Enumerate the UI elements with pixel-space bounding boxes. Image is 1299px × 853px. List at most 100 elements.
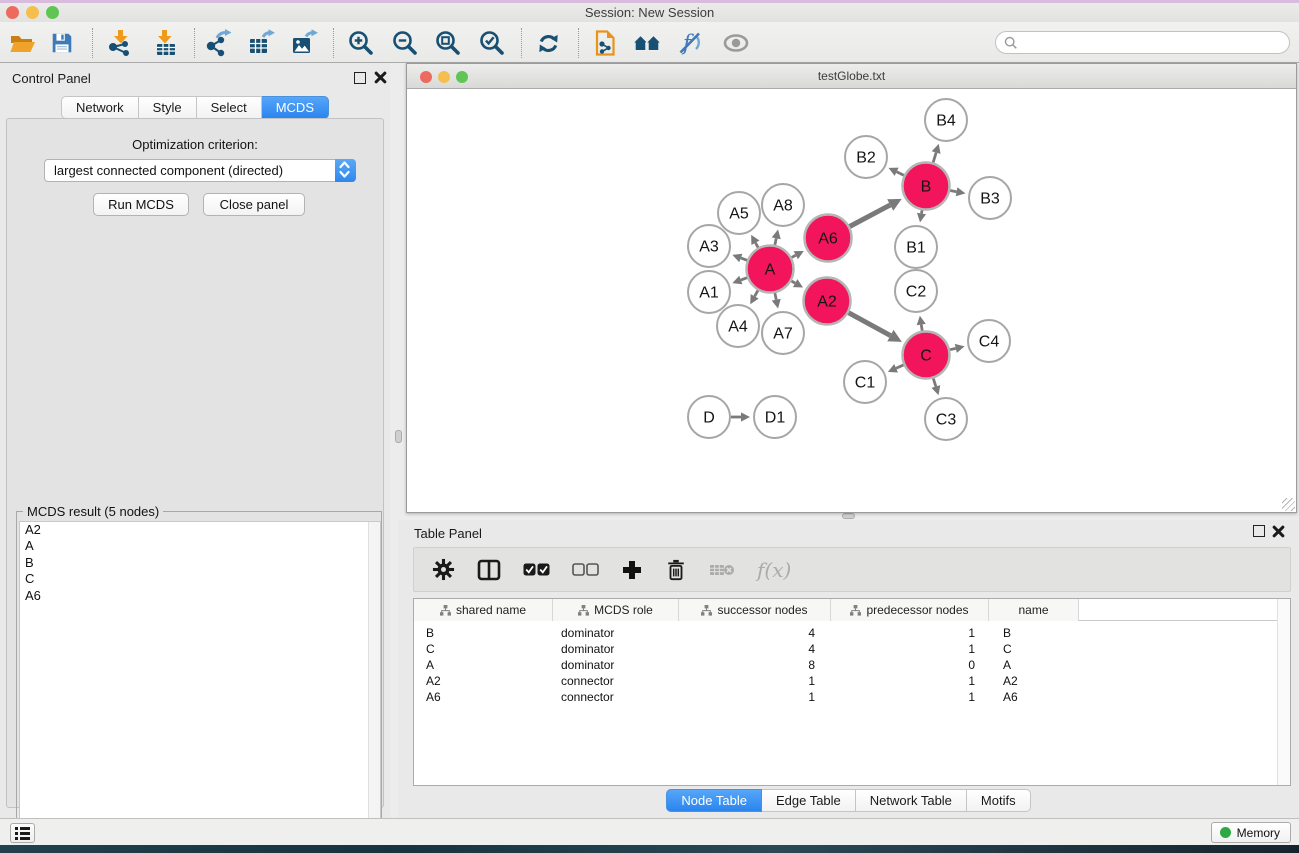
edge-A-A6[interactable] [792, 255, 796, 257]
close-table-panel-icon[interactable] [1272, 525, 1285, 538]
network-canvas[interactable]: B4B2BB3A8A5A6A3B1AA1C2A2A4A7C4CC1C3DD1 [407, 89, 1296, 512]
select-all-button[interactable] [523, 563, 550, 576]
edge-A-A1[interactable] [741, 278, 747, 280]
hide-details-button[interactable]: f [673, 27, 707, 59]
save-session-button[interactable] [45, 27, 79, 59]
node-table[interactable]: shared nameMCDS rolesuccessor nodesprede… [413, 598, 1291, 786]
delete-table-button[interactable] [709, 562, 735, 578]
net-minimize-traffic-light[interactable] [438, 71, 450, 83]
zoom-out-button[interactable] [388, 27, 422, 59]
edge-B-B2[interactable] [897, 172, 904, 176]
deselect-all-button[interactable] [572, 563, 599, 576]
edge-A2-C[interactable] [849, 313, 891, 336]
edge-A-A2[interactable] [791, 281, 795, 283]
open-session-button[interactable] [5, 27, 39, 59]
close-panel-icon[interactable] [374, 71, 387, 84]
memory-button[interactable]: Memory [1211, 822, 1291, 843]
tab-select[interactable]: Select [197, 96, 262, 119]
table-row[interactable]: Adominator80A [414, 657, 1290, 673]
table-row[interactable]: A2connector11A2 [414, 673, 1290, 689]
table-cell: A6 [426, 689, 441, 705]
minimize-traffic-light[interactable] [26, 6, 39, 19]
close-traffic-light[interactable] [6, 6, 19, 19]
tab-network[interactable]: Network [61, 96, 139, 119]
float-table-panel-icon[interactable] [1253, 525, 1265, 537]
edge-A-A4[interactable] [755, 290, 758, 296]
export-image-button[interactable] [287, 27, 321, 59]
column-header-shared-name[interactable]: shared name [414, 599, 553, 621]
result-item[interactable]: C [20, 571, 380, 587]
function-builder-button[interactable]: f(x) [757, 558, 791, 582]
column-header-predecessor-nodes[interactable]: predecessor nodes [831, 599, 989, 621]
arrowhead-A-A8 [772, 229, 781, 239]
edge-C-C3[interactable] [933, 378, 936, 386]
zoom-fit-button[interactable] [431, 27, 465, 59]
edge-A-A5[interactable] [755, 243, 758, 248]
column-header-name[interactable]: name [989, 599, 1079, 621]
edge-C-C1[interactable] [896, 365, 904, 368]
home-button[interactable] [630, 27, 664, 59]
network-window-titlebar[interactable]: testGlobe.txt [407, 64, 1296, 89]
result-scrollbar[interactable] [368, 522, 380, 853]
edge-B-B3[interactable] [950, 191, 957, 192]
run-mcds-button[interactable]: Run MCDS [93, 193, 189, 216]
network-graph[interactable]: B4B2BB3A8A5A6A3B1AA1C2A2A4A7C4CC1C3DD1 [407, 89, 1296, 512]
export-network-button[interactable] [201, 27, 235, 59]
result-item[interactable]: A [20, 538, 380, 554]
refresh-button[interactable] [531, 27, 565, 59]
delete-row-button[interactable] [665, 558, 687, 582]
edge-A-A8[interactable] [775, 238, 776, 245]
edge-C-C2[interactable] [921, 325, 922, 331]
window-resize-grip[interactable] [1282, 498, 1295, 511]
criterion-dropdown[interactable]: largest connected component (directed) [44, 159, 356, 182]
task-history-button[interactable] [10, 823, 35, 843]
hide-details-icon: f [676, 29, 704, 57]
edge-B-B1[interactable] [922, 210, 923, 213]
tab-network-table[interactable]: Network Table [856, 789, 967, 812]
search-input[interactable] [995, 31, 1290, 54]
export-table-button[interactable] [244, 27, 278, 59]
import-network-button[interactable] [103, 27, 137, 59]
table-row[interactable]: A6connector11A6 [414, 689, 1290, 705]
horizontal-divider-grip[interactable] [842, 513, 855, 519]
table-row[interactable]: Bdominator41B [414, 625, 1290, 641]
close-panel-button[interactable]: Close panel [203, 193, 305, 216]
edge-A6-B[interactable] [850, 205, 891, 227]
net-zoom-traffic-light[interactable] [456, 71, 468, 83]
tab-motifs[interactable]: Motifs [967, 789, 1031, 812]
settings-gear-button[interactable] [432, 558, 455, 581]
zoom-traffic-light[interactable] [46, 6, 59, 19]
table-scrollbar[interactable] [1277, 599, 1290, 785]
result-item[interactable]: A2 [20, 522, 380, 538]
network-file-button[interactable] [588, 27, 622, 59]
tab-edge-table[interactable]: Edge Table [762, 789, 856, 812]
edge-B-B4[interactable] [933, 153, 936, 163]
status-bar: Memory [0, 818, 1299, 845]
edge-A-A7[interactable] [775, 293, 776, 300]
edge-A-A3[interactable] [741, 258, 747, 260]
node-label-B4: B4 [936, 113, 956, 130]
table-cell: 1 [831, 641, 975, 657]
edge-C-C4[interactable] [950, 348, 956, 349]
import-table-button[interactable] [149, 27, 183, 59]
tab-node-table[interactable]: Node Table [666, 789, 762, 812]
result-item[interactable]: A6 [20, 588, 380, 604]
zoom-selected-button[interactable] [475, 27, 509, 59]
tab-style[interactable]: Style [139, 96, 197, 119]
table-row[interactable]: Cdominator41C [414, 641, 1290, 657]
hierarchy-icon [440, 605, 451, 616]
mcds-result-list[interactable]: A2ABCA6 [19, 521, 381, 853]
zoom-in-button[interactable] [344, 27, 378, 59]
column-view-button[interactable] [477, 559, 501, 581]
add-row-button[interactable] [621, 559, 643, 581]
table-cell: A6 [1003, 689, 1018, 705]
tab-mcds[interactable]: MCDS [262, 96, 329, 119]
net-close-traffic-light[interactable] [420, 71, 432, 83]
float-panel-icon[interactable] [354, 72, 366, 84]
result-item[interactable]: B [20, 555, 380, 571]
column-header-successor-nodes[interactable]: successor nodes [679, 599, 831, 621]
vertical-divider-grip[interactable] [395, 430, 402, 443]
eye-button[interactable] [719, 27, 753, 59]
column-header-MCDS-role[interactable]: MCDS role [553, 599, 679, 621]
node-label-A: A [765, 262, 776, 279]
